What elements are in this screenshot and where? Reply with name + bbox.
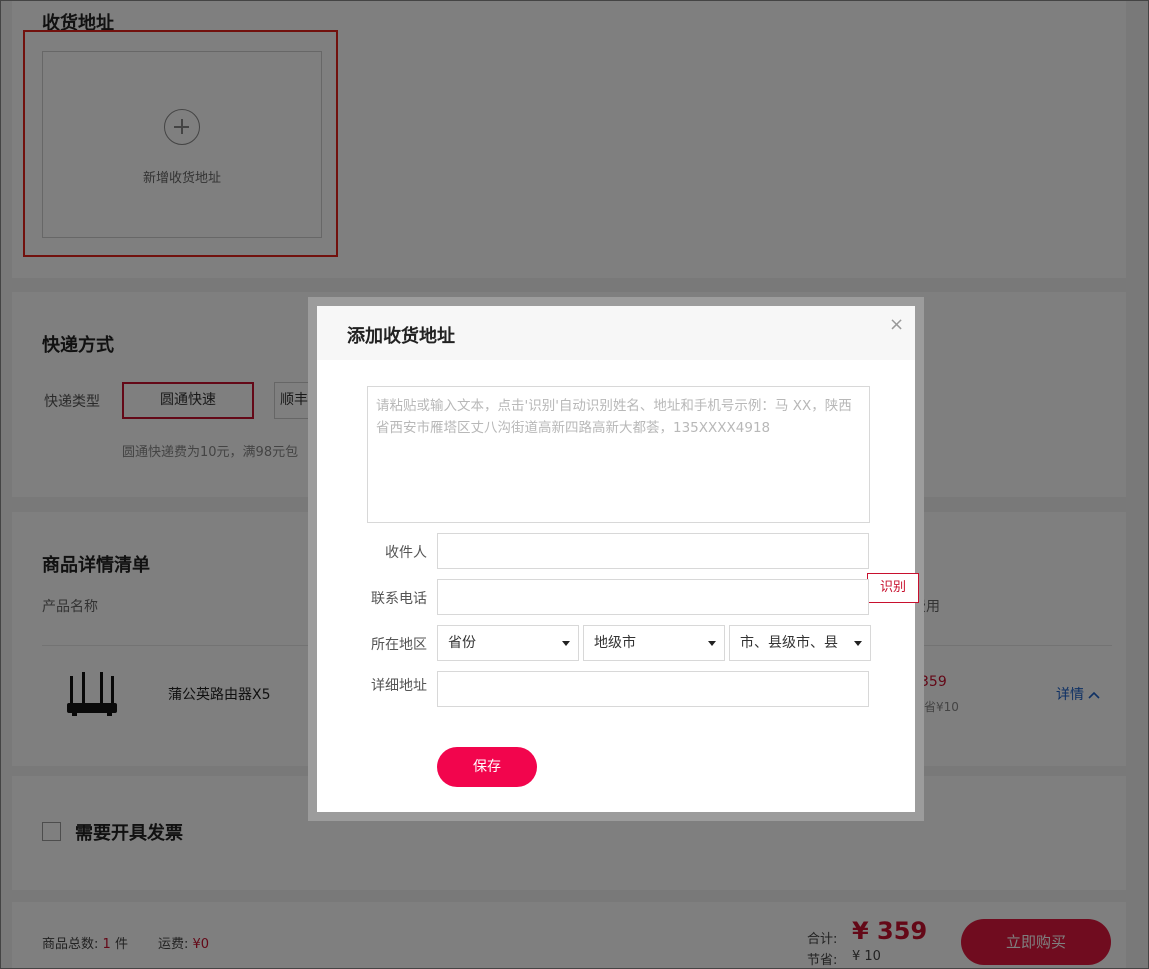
recipient-label: 收件人 [385,545,427,561]
phone-label: 联系电话 [371,591,427,607]
detail-address-label: 详细地址 [371,678,427,694]
caret-down-icon [708,641,716,646]
caret-down-icon [562,641,570,646]
dialog-title: 添加收货地址 [347,326,455,347]
recognize-button[interactable]: 识别 [867,573,919,603]
checkout-page: 收货地址 新增收货地址 快递方式 快递类型 圆通快速 顺丰 圆通快递费为10元，… [0,0,1149,969]
phone-input[interactable] [437,579,869,615]
recipient-input[interactable] [437,533,869,569]
save-button[interactable]: 保存 [437,747,537,787]
dialog-header: 添加收货地址 × [317,306,915,360]
region-label: 所在地区 [371,637,427,653]
province-select-value: 省份 [448,635,476,651]
caret-down-icon [854,641,862,646]
city-select-value: 地级市 [594,635,636,651]
detail-address-input[interactable] [437,671,869,707]
paste-placeholder: 请粘贴或输入文本，点击'识别'自动识别姓名、地址和手机号示例：马 XX，陕西省西… [376,398,852,436]
city-select[interactable]: 地级市 [583,625,725,661]
county-select-value: 市、县级市、县 [740,635,838,651]
close-icon[interactable]: × [889,314,904,335]
paste-textarea[interactable]: 请粘贴或输入文本，点击'识别'自动识别姓名、地址和手机号示例：马 XX，陕西省西… [367,386,919,603]
county-select[interactable]: 市、县级市、县 [729,625,871,661]
province-select[interactable]: 省份 [437,625,579,661]
add-address-dialog: 添加收货地址 × 请粘贴或输入文本，点击'识别'自动识别姓名、地址和手机号示例：… [317,306,919,812]
